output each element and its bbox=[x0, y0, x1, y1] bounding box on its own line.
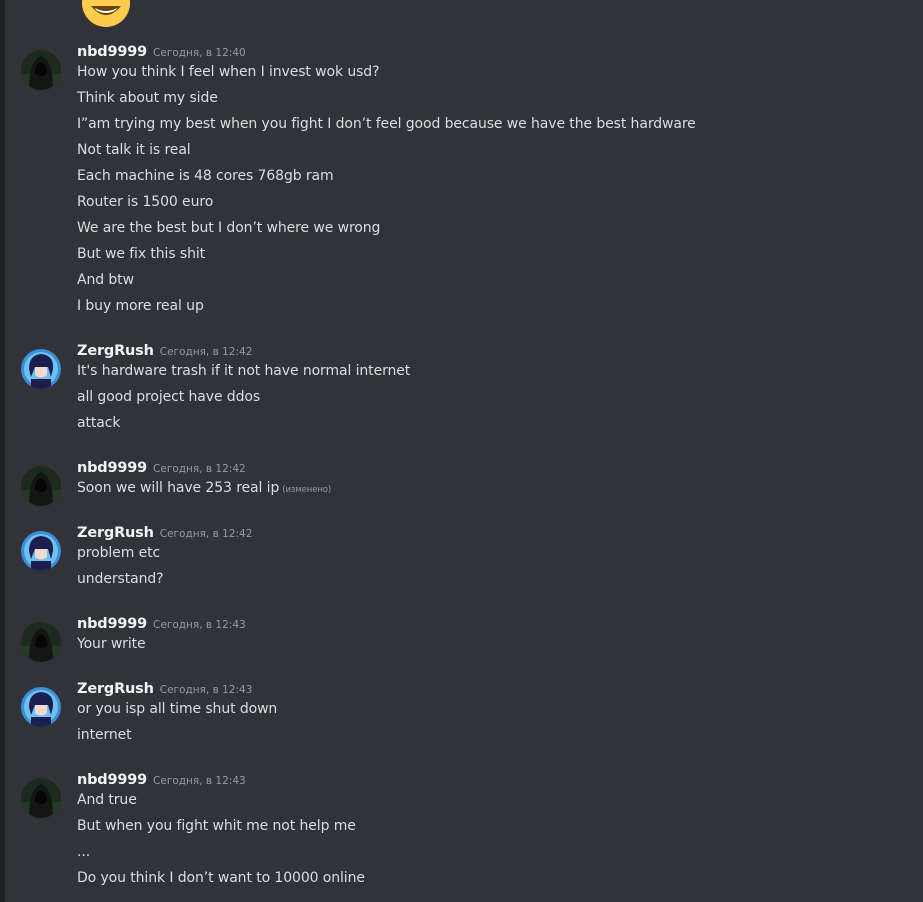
message-text: problem etc bbox=[77, 545, 161, 561]
timestamp: Сегодня, в 12:42 bbox=[153, 463, 246, 475]
hooded-figure-avatar-icon bbox=[21, 466, 61, 506]
author-name[interactable]: nbd9999 bbox=[77, 772, 147, 788]
message-header: nbd9999 Сегодня, в 12:42 bbox=[77, 457, 246, 479]
message-lines: It's hardware trash if it not have norma… bbox=[77, 361, 410, 439]
message-text: internet bbox=[77, 727, 132, 743]
message-text: We are the best but I don’t where we wro… bbox=[77, 220, 381, 236]
message-text: all good project have ddos bbox=[77, 389, 261, 405]
message-text: Your write bbox=[77, 636, 146, 652]
author-name[interactable]: ZergRush bbox=[77, 343, 154, 359]
message-lines: And true But when you fight whit me not … bbox=[77, 790, 365, 894]
message-text: And true bbox=[77, 792, 137, 808]
edited-label: (изменено) bbox=[282, 485, 332, 495]
timestamp: Сегодня, в 12:42 bbox=[159, 528, 253, 540]
timestamp: Сегодня, в 12:43 bbox=[153, 619, 246, 631]
message-text: But when you fight whit me not help me bbox=[77, 818, 356, 834]
message-header: nbd9999 Сегодня, в 12:43 bbox=[77, 613, 246, 635]
message-lines: or you isp all time shut down internet bbox=[77, 699, 277, 751]
message-lines: How you think I feel when I invest wok u… bbox=[77, 62, 696, 322]
message-header: ZergRush Сегодня, в 12:42 bbox=[77, 340, 252, 362]
author-name[interactable]: nbd9999 bbox=[77, 460, 147, 476]
message-text: Soon we will have 253 real ip (изменено) bbox=[77, 478, 331, 504]
message-text: attack bbox=[77, 415, 121, 431]
message-text: Do you think I don’t want to 10000 onlin… bbox=[77, 870, 365, 886]
timestamp: Сегодня, в 12:43 bbox=[159, 684, 253, 696]
message-list[interactable]: nbd9999 Сегодня, в 12:40 How you think I … bbox=[5, 0, 923, 902]
author-name[interactable]: ZergRush bbox=[77, 681, 154, 697]
grinning-emoji-icon bbox=[81, 0, 131, 28]
hooded-figure-avatar-icon bbox=[21, 622, 61, 662]
message-text: Not talk it is real bbox=[77, 142, 191, 158]
message-text-content: Soon we will have 253 real ip bbox=[77, 480, 280, 496]
message-lines: problem etc understand? bbox=[77, 543, 164, 595]
timestamp: Сегодня, в 12:43 bbox=[153, 775, 246, 787]
avatar[interactable] bbox=[21, 466, 61, 506]
message-text: I buy more real up bbox=[77, 298, 204, 314]
message-text: Router is 1500 euro bbox=[77, 194, 214, 210]
message-lines: Your write bbox=[77, 634, 146, 660]
message-text: And btw bbox=[77, 272, 134, 288]
avatar[interactable] bbox=[21, 687, 61, 727]
avatar[interactable] bbox=[21, 50, 61, 90]
message-header: nbd9999 Сегодня, в 12:40 bbox=[77, 41, 246, 63]
hooded-figure-avatar-icon bbox=[21, 50, 61, 90]
message-text: How you think I feel when I invest wok u… bbox=[77, 64, 380, 80]
timestamp: Сегодня, в 12:40 bbox=[153, 47, 246, 59]
author-name[interactable]: ZergRush bbox=[77, 525, 154, 541]
avatar[interactable] bbox=[21, 622, 61, 662]
message-text: Think about my side bbox=[77, 90, 218, 106]
avatar[interactable] bbox=[21, 778, 61, 818]
author-name[interactable]: nbd9999 bbox=[77, 44, 147, 60]
message-text: ... bbox=[77, 844, 91, 860]
message-header: ZergRush Сегодня, в 12:43 bbox=[77, 678, 252, 700]
message-lines: Soon we will have 253 real ip (изменено) bbox=[77, 478, 331, 504]
author-name[interactable]: nbd9999 bbox=[77, 616, 147, 632]
message-header: ZergRush Сегодня, в 12:42 bbox=[77, 522, 252, 544]
message-header: nbd9999 Сегодня, в 12:43 bbox=[77, 769, 246, 791]
message-text: Each machine is 48 cores 768gb ram bbox=[77, 168, 334, 184]
hooded-figure-avatar-icon bbox=[21, 778, 61, 818]
message-text: But we fix this shit bbox=[77, 246, 206, 262]
timestamp: Сегодня, в 12:42 bbox=[159, 346, 253, 358]
avatar[interactable] bbox=[21, 531, 61, 571]
message-text: I”am trying my best when you fight I don… bbox=[77, 116, 696, 132]
message-text: It's hardware trash if it not have norma… bbox=[77, 363, 411, 379]
avatar[interactable] bbox=[21, 349, 61, 389]
anime-character-avatar-icon bbox=[21, 531, 61, 571]
message-text: understand? bbox=[77, 571, 164, 587]
anime-character-avatar-icon bbox=[21, 687, 61, 727]
message-text: or you isp all time shut down bbox=[77, 701, 278, 717]
anime-character-avatar-icon bbox=[21, 349, 61, 389]
